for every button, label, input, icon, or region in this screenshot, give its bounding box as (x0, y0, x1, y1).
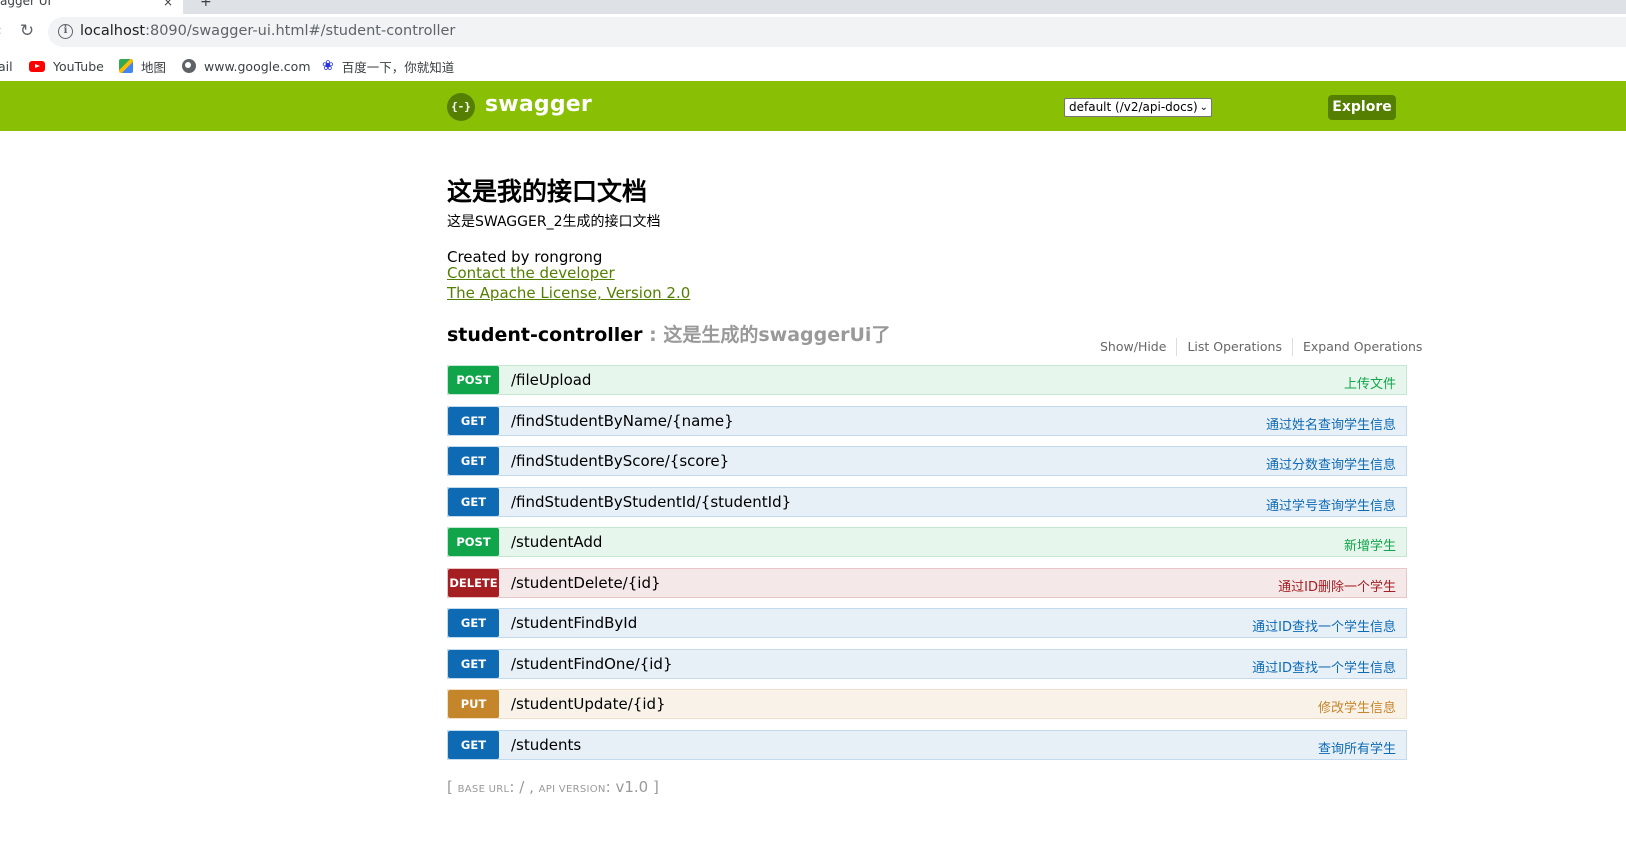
operation-summary[interactable]: 通过姓名查询学生信息 (1266, 414, 1396, 433)
resource-description: 这是生成的swaggerUi了 (663, 324, 891, 346)
api-description: 这是SWAGGER_2生成的接口文档 (447, 214, 661, 230)
tab-title: agger UI (0, 0, 52, 8)
operation-path[interactable]: /fileUpload (511, 371, 591, 389)
operation-path[interactable]: /findStudentByScore/{score} (511, 452, 729, 470)
operations-list: POST /fileUpload 上传文件 GET /findStudentBy… (447, 365, 1407, 770)
base-url-value: : / , (509, 778, 539, 796)
operation-path[interactable]: /studentAdd (511, 533, 602, 551)
api-select-value: default (/v2/api-docs) (1069, 100, 1198, 114)
operation-row[interactable]: GET /students 查询所有学生 (447, 729, 1407, 760)
footer-bracket: [ (447, 778, 458, 796)
operation-row[interactable]: PUT /studentUpdate/{id} 修改学生信息 (447, 689, 1407, 719)
operation-row[interactable]: GET /findStudentByStudentId/{studentId} … (447, 486, 1407, 517)
operation-summary[interactable]: 通过ID删除一个学生 (1278, 576, 1396, 595)
resource-heading[interactable]: student-controller : 这是生成的swaggerUi了 (447, 320, 890, 347)
method-badge: PUT (448, 690, 499, 718)
back-arrow-icon[interactable]: ‹ (0, 23, 2, 39)
operation-path[interactable]: /findStudentByName/{name} (511, 412, 734, 430)
operation-summary[interactable]: 修改学生信息 (1318, 697, 1396, 716)
operation-path[interactable]: /findStudentByStudentId/{studentId} (511, 493, 791, 511)
resource-options: Show/Hide List Operations Expand Operati… (1090, 338, 1422, 356)
youtube-icon (29, 60, 45, 72)
bookmark-maps[interactable]: 地图 (119, 56, 166, 76)
license-link[interactable]: The Apache License, Version 2.0 (447, 284, 690, 302)
bookmark-youtube[interactable]: YouTube (29, 56, 104, 76)
operation-row[interactable]: DELETE /studentDelete/{id} 通过ID删除一个学生 (447, 567, 1407, 598)
operation-summary[interactable]: 通过ID查找一个学生信息 (1252, 657, 1396, 676)
new-tab-icon[interactable]: + (200, 0, 212, 10)
operation-row[interactable]: POST /fileUpload 上传文件 (447, 365, 1407, 395)
maps-icon (119, 59, 133, 73)
operation-row[interactable]: GET /findStudentByName/{name} 通过姓名查询学生信息 (447, 405, 1407, 436)
bookmark-label: ail (0, 58, 13, 74)
operation-path[interactable]: /students (511, 736, 581, 754)
bookmark-label: YouTube (53, 58, 104, 74)
bookmark-google[interactable]: www.google.com (182, 56, 311, 76)
bookmark-label: 百度一下，你就知道 (341, 59, 455, 75)
swagger-header: {-} swagger default (/v2/api-docs) ⌄ Exp… (0, 81, 1626, 131)
swagger-logo-text[interactable]: swagger (485, 92, 592, 117)
list-operations-link[interactable]: List Operations (1177, 338, 1293, 356)
browser-tab[interactable]: agger UI × (0, 0, 183, 14)
url-text[interactable]: localhost:8090/swagger-ui.html#/student-… (80, 23, 455, 39)
bookmark-label: www.google.com (204, 58, 311, 74)
resource-separator: : (642, 324, 664, 346)
explore-button[interactable]: Explore (1328, 95, 1396, 120)
browser-toolbar: ‹ ↻ i localhost:8090/swagger-ui.html#/st… (0, 14, 1626, 52)
method-badge: DELETE (448, 568, 499, 597)
operation-summary[interactable]: 新增学生 (1344, 535, 1396, 554)
method-badge: GET (448, 447, 499, 475)
api-select[interactable]: default (/v2/api-docs) ⌄ (1064, 98, 1212, 117)
show-hide-link[interactable]: Show/Hide (1090, 338, 1178, 356)
method-badge: GET (448, 406, 499, 435)
api-version-label: API VERSION (538, 784, 606, 795)
url-path: :8090/swagger-ui.html#/student-controlle… (145, 23, 456, 39)
api-version-value: : v1.0 ] (605, 778, 659, 796)
browser-tab-strip: agger UI × + (0, 0, 1626, 14)
operation-summary[interactable]: 查询所有学生 (1318, 738, 1396, 757)
chevron-down-icon: ⌄ (1199, 102, 1208, 113)
api-title: 这是我的接口文档 (447, 177, 648, 206)
reload-icon[interactable]: ↻ (16, 20, 38, 42)
operation-summary[interactable]: 通过ID查找一个学生信息 (1252, 616, 1396, 635)
swagger-logo-icon[interactable]: {-} (447, 93, 475, 121)
method-badge: POST (448, 528, 499, 556)
bookmark-label: 地图 (141, 59, 167, 75)
operation-summary[interactable]: 通过分数查询学生信息 (1266, 454, 1396, 473)
globe-icon (182, 59, 196, 73)
operation-path[interactable]: /studentUpdate/{id} (511, 695, 666, 713)
method-badge: POST (448, 366, 499, 394)
bookmarks-bar: ail YouTube 地图 www.google.com ❀ 百度一下，你就知… (0, 52, 1626, 80)
method-badge: GET (448, 730, 499, 759)
baidu-icon: ❀ (322, 58, 334, 74)
bookmark-mail[interactable]: ail (0, 56, 13, 76)
info-icon[interactable]: i (58, 24, 73, 39)
contact-link[interactable]: Contact the developer (447, 264, 615, 282)
operation-path[interactable]: /studentDelete/{id} (511, 574, 661, 592)
method-badge: GET (448, 609, 499, 637)
expand-operations-link[interactable]: Expand Operations (1293, 338, 1422, 356)
operation-row[interactable]: POST /studentAdd 新增学生 (447, 527, 1407, 557)
address-bar[interactable]: i localhost:8090/swagger-ui.html#/studen… (48, 17, 1626, 47)
tab-close-icon[interactable]: × (163, 0, 173, 9)
operation-row[interactable]: GET /studentFindById 通过ID查找一个学生信息 (447, 608, 1407, 638)
operation-path[interactable]: /studentFindById (511, 614, 637, 632)
operation-summary[interactable]: 通过学号查询学生信息 (1266, 495, 1396, 514)
operation-row[interactable]: GET /studentFindOne/{id} 通过ID查找一个学生信息 (447, 648, 1407, 679)
url-host: localhost (80, 23, 146, 39)
operation-row[interactable]: GET /findStudentByScore/{score} 通过分数查询学生… (447, 446, 1407, 476)
operation-summary[interactable]: 上传文件 (1344, 373, 1396, 392)
method-badge: GET (448, 649, 499, 678)
bookmark-baidu[interactable]: ❀ 百度一下，你就知道 (322, 56, 454, 76)
method-badge: GET (448, 487, 499, 516)
resource-name[interactable]: student-controller (447, 324, 643, 346)
base-url-label: BASE URL (457, 784, 510, 795)
operation-path[interactable]: /studentFindOne/{id} (511, 655, 673, 673)
api-footer: [ BASE URL: / , API VERSION: v1.0 ] (447, 778, 659, 796)
